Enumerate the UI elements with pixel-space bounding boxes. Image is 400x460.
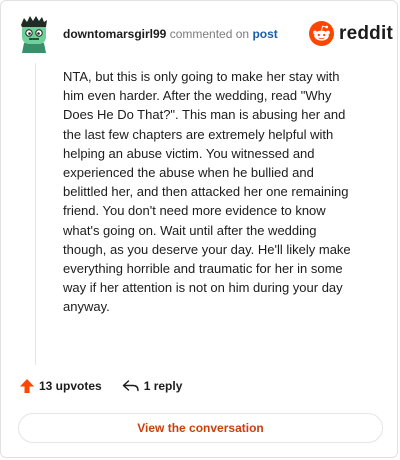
view-conversation-button[interactable]: View the conversation [18,413,383,443]
comment-line: everything horrible and traumatic for he… [63,261,343,277]
reddit-snoo-icon [309,21,334,46]
embed-card: downtomarsgirl99 commented on post reddi… [0,0,398,458]
thread-line [35,63,36,365]
comment-line: him even harder. After the wedding, read… [63,88,332,104]
comment-line: anyway. [63,299,110,315]
comment-line: experienced the abuse when he bullied an… [63,165,314,181]
username-link[interactable]: downtomarsgirl99 [63,27,166,41]
reply-count: 1 reply [143,379,183,393]
comment-line: the last few chapters are extremely help… [63,126,334,142]
reply-button[interactable]: 1 reply [122,379,183,393]
comment-body: NTA, but this is only going to make her … [63,67,383,317]
avatar[interactable] [16,15,52,53]
comment-line: way if her attention is not on him durin… [63,280,343,296]
upvote-button[interactable]: 13 upvotes [19,378,102,394]
comment-line: what's going on. Wait until after the we… [63,222,317,238]
header-verb: commented on [169,27,250,41]
logo-wordmark: reddit [339,22,393,44]
comment-header: downtomarsgirl99 commented on post [63,27,278,41]
upvote-arrow-icon [20,379,34,393]
post-link[interactable]: post [252,27,277,41]
reply-arrow-icon [122,380,139,392]
comment-line: friend. You don't need more evidence to … [63,203,326,219]
comment-line: NTA, but this is only going to make her … [63,69,340,84]
comment-line: belittled her, and then attacked her one… [63,184,349,200]
reddit-logo[interactable]: reddit [309,21,393,46]
comment-line: though, as you deserve your day. He'll l… [63,241,351,257]
comment-footer: 13 upvotes 1 reply [19,378,182,394]
upvote-count: 13 upvotes [39,379,102,393]
comment-line: Does He Do That?". This man is abusing h… [63,107,346,123]
zombie-avatar-icon [21,16,47,53]
comment-line: helping an abuse victim. You witnessed a… [63,145,315,161]
